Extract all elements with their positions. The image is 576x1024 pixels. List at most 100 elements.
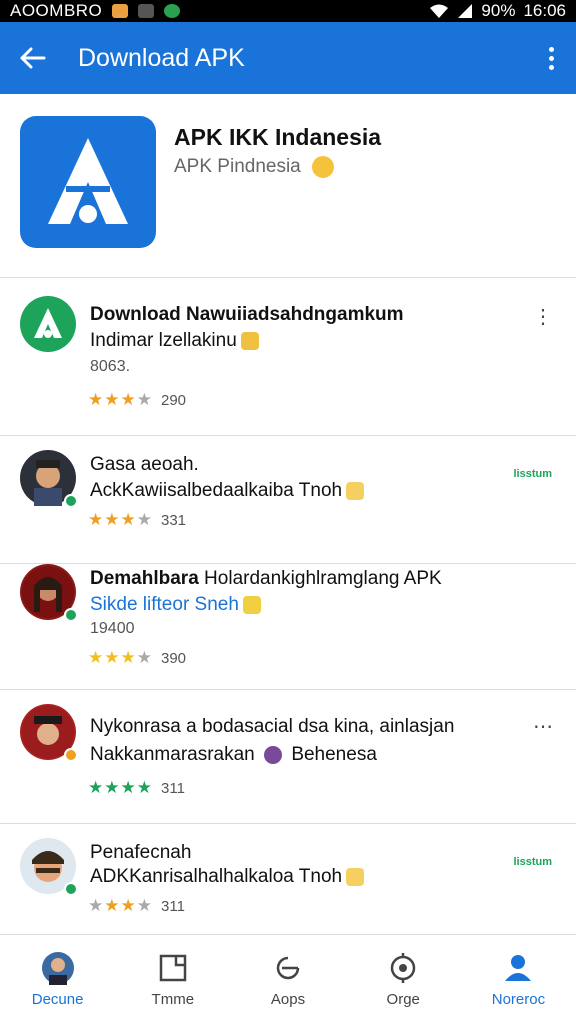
item-title: Download Nawuiiadsahdngamkum bbox=[90, 304, 404, 325]
app-bar: Download APK bbox=[0, 22, 576, 94]
item-meta: 8063. bbox=[90, 358, 131, 375]
nav-label: Noreroc bbox=[491, 991, 546, 1008]
avatar bbox=[20, 296, 76, 352]
star-icon: ★ bbox=[120, 778, 136, 797]
star-icon: ★ bbox=[88, 778, 104, 797]
list-item[interactable]: Gasa aeoah. AckKawiisalbedaalkaiba Tnoh … bbox=[0, 436, 576, 564]
star-icon: ★ bbox=[104, 390, 120, 409]
star-icon: ★ bbox=[120, 896, 136, 915]
nav-item-noreroc[interactable]: Noreroc bbox=[461, 935, 576, 1024]
app-name: APK IKK Indanesia bbox=[174, 124, 382, 150]
item-menu-button[interactable]: ⋯ bbox=[533, 714, 554, 739]
wifi-icon bbox=[429, 3, 449, 19]
nav-item-aops[interactable]: Aops bbox=[230, 935, 345, 1024]
image-notification-icon bbox=[138, 4, 155, 18]
star-icon: ★ bbox=[88, 896, 104, 915]
star-icon: ★ bbox=[104, 648, 120, 667]
item-title: Demahlbara Holardankighlramglang APK bbox=[90, 568, 442, 589]
arrow-left-icon bbox=[20, 47, 46, 69]
nav-item-decune[interactable]: Decune bbox=[0, 935, 115, 1024]
signal-icon bbox=[457, 3, 473, 19]
rating-count: 290 bbox=[161, 391, 187, 409]
rating-count: 390 bbox=[161, 649, 187, 667]
star-rating: ★ ★ ★ ★ 311 bbox=[88, 778, 185, 798]
item-subtitle: Indimar lzellakinu bbox=[90, 330, 259, 352]
star-icon: ★ bbox=[120, 648, 136, 667]
app-header: APK IKK Indanesia APK Pindnesia bbox=[0, 94, 576, 278]
notification-icon bbox=[112, 4, 129, 18]
avatar bbox=[20, 838, 78, 896]
star-icon: ★ bbox=[104, 778, 120, 797]
carrier-label: AOOMBRO bbox=[10, 1, 103, 20]
nav-item-orge[interactable]: Orge bbox=[346, 935, 461, 1024]
star-icon: ★ bbox=[136, 648, 152, 667]
clock-label: 16:06 bbox=[523, 1, 566, 20]
globe-icon bbox=[264, 745, 283, 764]
pin-emoji-icon bbox=[346, 481, 365, 500]
person-icon bbox=[501, 951, 535, 985]
item-subtitle: ADKKanrisalhalhalkaloa Tnoh bbox=[90, 866, 365, 888]
back-button[interactable] bbox=[0, 22, 66, 94]
star-rating: ★ ★ ★ ★ 390 bbox=[88, 648, 186, 668]
list-item[interactable]: Penafecnah ADKKanrisalhalhalkaloa Tnoh ★… bbox=[0, 824, 576, 934]
pin-emoji-icon bbox=[346, 867, 365, 886]
verified-badge bbox=[64, 882, 78, 896]
nav-label: Tmme bbox=[151, 991, 195, 1008]
nav-label: Decune bbox=[31, 991, 84, 1008]
list-item[interactable]: Download Nawuiiadsahdngamkum Indimar lze… bbox=[0, 278, 576, 436]
avatar bbox=[20, 564, 78, 622]
avatar bbox=[20, 704, 78, 762]
star-icon: ★ bbox=[104, 896, 120, 915]
star-rating: ★ ★ ★ ★ 290 bbox=[88, 390, 186, 410]
nav-item-tmme[interactable]: Tmme bbox=[115, 935, 230, 1024]
verified-badge bbox=[64, 748, 78, 762]
star-rating: ★ ★ ★ ★ 311 bbox=[88, 896, 185, 916]
rating-count: 331 bbox=[161, 511, 187, 529]
overflow-menu-button[interactable] bbox=[526, 22, 576, 94]
tag-emoji-icon bbox=[240, 331, 259, 350]
rating-count: 311 bbox=[161, 897, 185, 915]
status-bar: AOOMBRO 90% 16:06 bbox=[0, 0, 576, 22]
avatar bbox=[20, 450, 78, 508]
target-icon bbox=[386, 951, 420, 985]
item-meta: 19400 bbox=[90, 620, 135, 637]
app-subtitle: APK Pindnesia bbox=[174, 156, 335, 178]
list-item[interactable]: Demahlbara Holardankighlramglang APK Sik… bbox=[0, 564, 576, 690]
star-rating: ★ ★ ★ ★ 331 bbox=[88, 510, 186, 530]
badge-emoji-icon bbox=[242, 595, 261, 614]
star-icon: ★ bbox=[120, 510, 136, 529]
item-menu-button[interactable]: ⋮ bbox=[533, 304, 554, 329]
item-subtitle: Sikde lifteor Sneh bbox=[90, 594, 261, 616]
item-tag: lisstum bbox=[513, 468, 552, 480]
verified-badge bbox=[64, 494, 78, 508]
refresh-icon bbox=[271, 951, 305, 985]
item-subtitle: AckKawiisalbedaalkaiba Tnoh bbox=[90, 480, 365, 502]
avatar-icon bbox=[41, 951, 75, 985]
bottom-navigation: Decune Tmme Aops Orge Noreroc bbox=[0, 934, 576, 1024]
smile-emoji-icon bbox=[312, 156, 335, 178]
star-icon: ★ bbox=[88, 390, 104, 409]
battery-label: 90% bbox=[481, 1, 516, 20]
app-logo bbox=[20, 116, 156, 248]
star-icon: ★ bbox=[88, 648, 104, 667]
rating-count: 311 bbox=[161, 779, 185, 797]
star-icon: ★ bbox=[136, 896, 152, 915]
verified-badge bbox=[64, 608, 78, 622]
item-title: Gasa aeoah. bbox=[90, 454, 199, 475]
star-icon: ★ bbox=[136, 390, 152, 409]
star-icon: ★ bbox=[136, 510, 152, 529]
item-title: Penafecnah bbox=[90, 842, 192, 863]
item-tag: lisstum bbox=[513, 856, 552, 868]
nav-label: Orge bbox=[386, 991, 420, 1008]
star-icon: ★ bbox=[88, 510, 104, 529]
star-icon: ★ bbox=[136, 778, 152, 797]
list-item[interactable]: Nykonrasa a bodasacial dsa kina, ainlasj… bbox=[0, 690, 576, 824]
window-icon bbox=[156, 951, 190, 985]
star-icon: ★ bbox=[120, 390, 136, 409]
nav-label: Aops bbox=[270, 991, 306, 1008]
page-title: Download APK bbox=[78, 43, 245, 72]
shield-notification-icon bbox=[164, 4, 181, 18]
item-title: Nykonrasa a bodasacial dsa kina, ainlasj… bbox=[90, 716, 455, 737]
item-subtitle: Nakkanmarasrakan Behenesa bbox=[90, 744, 377, 765]
star-icon: ★ bbox=[104, 510, 120, 529]
